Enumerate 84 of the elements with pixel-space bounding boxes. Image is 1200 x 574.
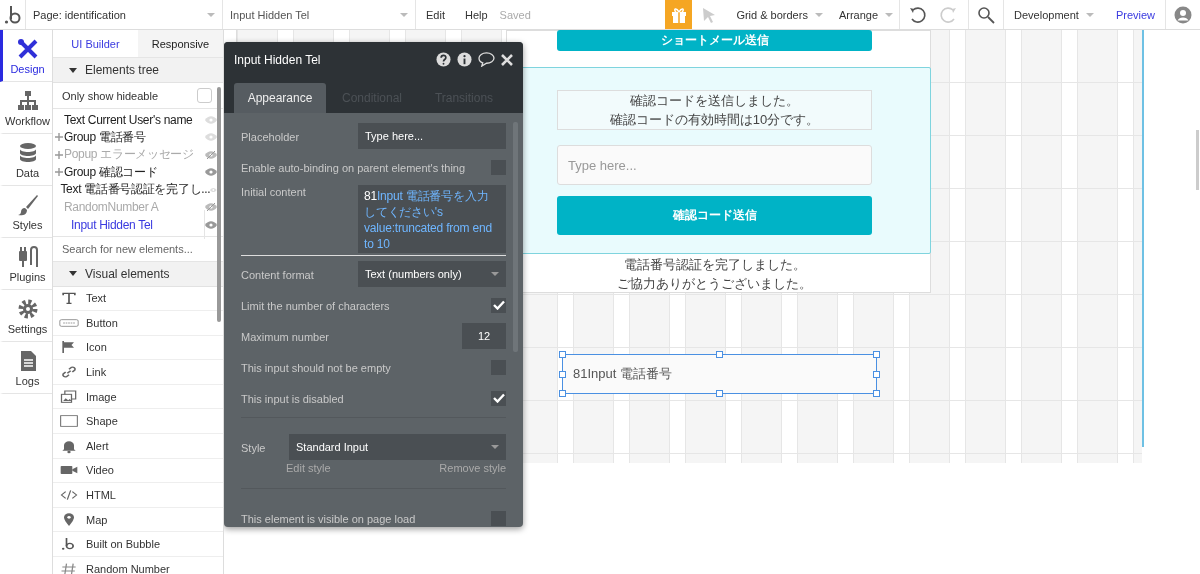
panel-tab[interactable]: Responsive: [138, 30, 223, 57]
message-line: 電話番号認証を完了しました。: [623, 256, 806, 274]
view-menu[interactable]: Grid & borders: [726, 0, 829, 29]
plus-icon[interactable]: [55, 133, 63, 142]
element-type-item[interactable]: Alert: [53, 434, 223, 459]
sidebar-tab[interactable]: Logs: [0, 342, 52, 394]
expression-field[interactable]: 81Input 電話番号を入力してください's value:truncated from end to 10: [358, 185, 506, 253]
sidebar-tab[interactable]: Settings: [0, 290, 52, 342]
image-icon: [59, 388, 79, 405]
environment-dropdown[interactable]: Development: [1004, 0, 1100, 29]
property-label: Maximum number: [241, 329, 330, 343]
message-line: 確認コードの有効時間は10分です。: [609, 111, 820, 129]
speech-bubble-icon[interactable]: [478, 52, 495, 67]
checkbox[interactable]: [491, 297, 506, 313]
tree-item[interactable]: Group 確認コード: [64, 163, 205, 181]
code-input[interactable]: Type here...: [557, 145, 872, 185]
element-type-item[interactable]: HTML: [53, 483, 223, 508]
redo-icon[interactable]: [940, 5, 959, 24]
checkbox[interactable]: [197, 88, 212, 103]
preview-link[interactable]: Preview: [1099, 8, 1165, 21]
property-label: Style: [241, 440, 267, 454]
info-icon[interactable]: [457, 52, 472, 67]
eye-icon[interactable]: [205, 150, 217, 159]
eye-icon[interactable]: [205, 220, 217, 229]
gift-button[interactable]: [665, 0, 693, 29]
property-label: This element is visible on page load: [241, 511, 416, 525]
sidebar-tab[interactable]: Plugins: [0, 238, 52, 290]
letter-t-icon: [59, 290, 79, 307]
tree-item[interactable]: Text 電話番号認証を完了し...: [60, 181, 211, 199]
sidebar-tab[interactable]: Styles: [0, 186, 52, 238]
element-dropdown[interactable]: Input Hidden Tel: [223, 0, 416, 29]
editor-title: Input Hidden Tel: [234, 52, 322, 67]
property-label: Limit the number of characters: [241, 298, 390, 312]
eye-icon[interactable]: [205, 203, 217, 212]
chain-link-icon: [59, 364, 79, 381]
element-type-item[interactable]: Built on Bubble: [53, 532, 223, 558]
number-field[interactable]: 12: [462, 323, 506, 349]
tree-item[interactable]: Group 電話番号: [64, 128, 205, 146]
checkbox[interactable]: [491, 390, 506, 406]
checkbox[interactable]: [491, 510, 506, 526]
editor-tab[interactable]: Appearance: [234, 83, 326, 113]
element-type-item[interactable]: Link: [53, 360, 223, 385]
search-icon[interactable]: [977, 5, 996, 24]
property-label: This input is disabled: [241, 391, 344, 405]
plus-icon[interactable]: [55, 150, 63, 159]
view-menu[interactable]: Arrange: [828, 0, 900, 29]
property-label: Enable auto-binding on parent element's thing: [241, 160, 466, 174]
message-line: 確認コードを送信しました。: [630, 92, 799, 110]
placeholder-field[interactable]: Type here...: [358, 123, 506, 149]
crossed-tools-icon: [15, 36, 40, 61]
eye-icon[interactable]: [205, 168, 217, 177]
section-header[interactable]: Elements tree: [53, 58, 223, 83]
sitemap-icon: [15, 88, 40, 113]
property-label: Placeholder: [241, 129, 300, 143]
menu-item[interactable]: Help: [454, 0, 498, 29]
element-type-item[interactable]: Image: [53, 384, 223, 410]
property-label: Initial content: [241, 185, 306, 198]
property-label: Content format: [241, 267, 314, 281]
element-type-item[interactable]: Map: [53, 507, 223, 533]
avatar-icon[interactable]: [1174, 5, 1192, 24]
style-dropdown[interactable]: Standard Input: [289, 434, 506, 460]
close-icon[interactable]: [501, 53, 513, 66]
help-icon[interactable]: [436, 52, 451, 67]
element-type-item[interactable]: Icon: [53, 335, 223, 361]
bubble-logo-icon[interactable]: [3, 4, 22, 25]
plus-icon[interactable]: [55, 168, 63, 177]
selected-input[interactable]: 81Input 電話番号: [562, 354, 877, 394]
sidebar-tab[interactable]: Data: [0, 134, 52, 186]
page-dropdown[interactable]: Page: identification: [26, 0, 223, 29]
undo-icon[interactable]: [908, 5, 927, 24]
element-type-item[interactable]: Shape: [53, 409, 223, 435]
property-label: This input should not be empty: [241, 360, 391, 374]
gift-icon: [669, 5, 688, 24]
message-line: ご協力ありがとうございました。: [617, 275, 812, 293]
section-header[interactable]: Visual elements: [53, 261, 223, 287]
save-status: Saved: [498, 8, 531, 21]
sidebar-tab[interactable]: Workflow: [0, 82, 52, 134]
format-dropdown[interactable]: Text (numbers only): [358, 261, 506, 287]
element-type-item[interactable]: Video: [53, 458, 223, 484]
element-type-item[interactable]: Random Number: [53, 557, 223, 574]
square-icon: [59, 413, 79, 430]
tree-item[interactable]: Text Current User's name: [64, 112, 205, 127]
filter-label: Only show hideable: [62, 89, 158, 102]
menu-item[interactable]: Edit: [416, 0, 455, 29]
